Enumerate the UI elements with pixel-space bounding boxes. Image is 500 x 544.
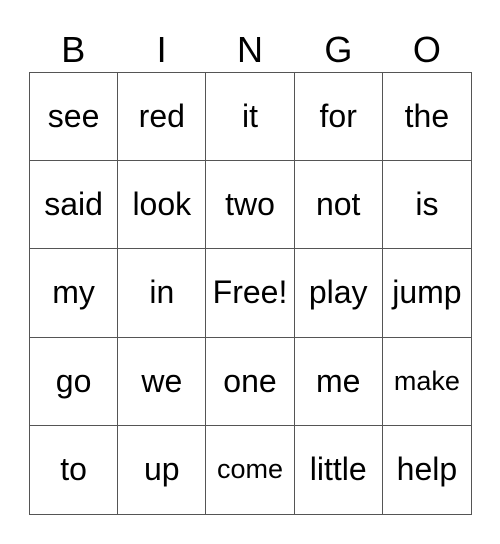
bingo-cell[interactable]: the <box>382 73 471 162</box>
bingo-cell[interactable]: in <box>118 249 207 338</box>
bingo-cell[interactable]: little <box>295 425 383 514</box>
free-space-cell[interactable]: Free! <box>206 249 295 338</box>
header-letter-b: B <box>61 29 86 70</box>
bingo-cell[interactable]: two <box>206 161 295 250</box>
bingo-cell[interactable]: is <box>382 161 471 250</box>
bingo-cell[interactable]: to <box>30 425 119 514</box>
bingo-grid: see red it for the said look two not is my in Free! p… <box>29 72 472 515</box>
bingo-cell[interactable]: not <box>294 161 383 250</box>
bingo-cell[interactable]: jump <box>382 249 471 338</box>
bingo-cell[interactable]: it <box>206 73 295 162</box>
header-letter-n: N <box>237 29 264 70</box>
bingo-cell[interactable]: help <box>383 426 471 514</box>
bingo-cell[interactable]: me <box>294 337 383 426</box>
bingo-cell[interactable]: red <box>118 73 207 162</box>
bingo-cell[interactable]: come <box>206 425 295 514</box>
bingo-cell[interactable]: look <box>118 161 207 250</box>
bingo-header: BINGO <box>29 28 471 72</box>
bingo-cell[interactable]: see <box>30 73 119 162</box>
header-letter-i: I <box>156 29 167 70</box>
bingo-cell[interactable]: one <box>206 337 295 426</box>
bingo-cell[interactable]: go <box>30 337 119 426</box>
bingo-cell[interactable]: my <box>30 249 119 338</box>
bingo-cell[interactable]: make <box>382 338 471 426</box>
header-letter-o: O <box>412 29 441 70</box>
bingo-cell[interactable]: up <box>118 425 207 514</box>
bingo-cell[interactable]: play <box>294 249 383 338</box>
header-letter-g: G <box>324 29 353 70</box>
bingo-cell[interactable]: we <box>118 337 207 426</box>
bingo-cell[interactable]: for <box>294 73 383 162</box>
bingo-cell[interactable]: said <box>30 161 119 250</box>
